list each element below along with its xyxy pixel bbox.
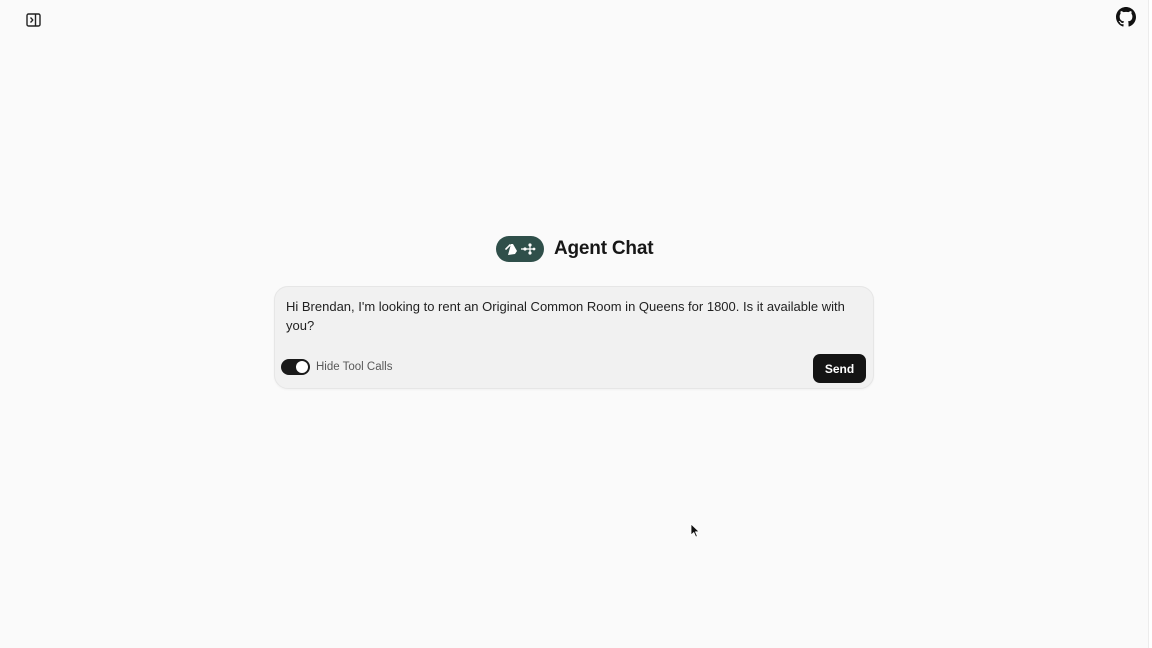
hide-tool-calls-toggle[interactable]: Hide Tool Calls xyxy=(281,359,393,375)
github-link[interactable] xyxy=(1115,6,1137,28)
toggle-knob xyxy=(296,361,308,373)
app-title: Agent Chat xyxy=(554,238,654,259)
panel-right-open-icon xyxy=(25,13,41,27)
toggle-label: Hide Tool Calls xyxy=(316,361,393,373)
message-composer: Hi Brendan, I'm looking to rent an Origi… xyxy=(274,286,874,389)
window-edge xyxy=(1148,0,1152,648)
chat-page: Agent Chat Hi Brendan, I'm looking to re… xyxy=(0,0,1152,648)
langgraph-logo-icon xyxy=(496,236,544,262)
message-input[interactable]: Hi Brendan, I'm looking to rent an Origi… xyxy=(286,297,864,341)
toggle-switch[interactable] xyxy=(281,359,310,375)
mouse-pointer-icon xyxy=(690,523,700,538)
brand-header: Agent Chat xyxy=(496,236,654,262)
sidebar-toggle-button[interactable] xyxy=(24,11,42,29)
send-button[interactable]: Send xyxy=(813,354,866,383)
github-icon xyxy=(1116,7,1136,27)
